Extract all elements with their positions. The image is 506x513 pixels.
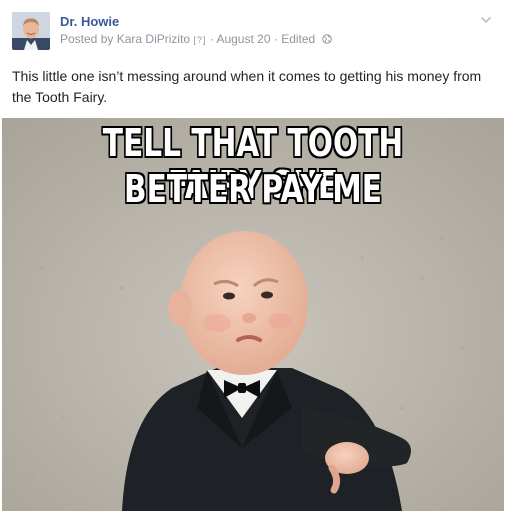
post-photo[interactable]: TELL THAT TOOTH FAIRY SHE BETTER PAY ME [2, 118, 504, 511]
meta-separator: · [209, 32, 214, 46]
feed-post: Dr. Howie Posted by Kara DiPrizito [?] ·… [0, 0, 506, 513]
post-date-link[interactable]: August 20 [216, 32, 270, 46]
author-name-link[interactable]: Dr. Howie [60, 14, 119, 29]
globe-icon[interactable] [321, 33, 332, 44]
edited-link[interactable]: Edited [281, 32, 315, 46]
post-meta: Posted by Kara DiPrizito [?] · August 20… [60, 32, 332, 46]
chevron-down-icon[interactable] [480, 12, 492, 24]
poster-info-marker[interactable]: [?] [193, 35, 206, 45]
author-avatar[interactable] [12, 12, 50, 50]
poster-name-link[interactable]: Kara DiPrizito [117, 32, 190, 46]
meme-caption-line-2: BETTER PAY ME [124, 167, 382, 211]
meta-separator: · [273, 32, 278, 46]
posted-by-prefix: Posted by [60, 32, 114, 46]
post-message: This little one isn’t messing around whe… [12, 68, 482, 105]
